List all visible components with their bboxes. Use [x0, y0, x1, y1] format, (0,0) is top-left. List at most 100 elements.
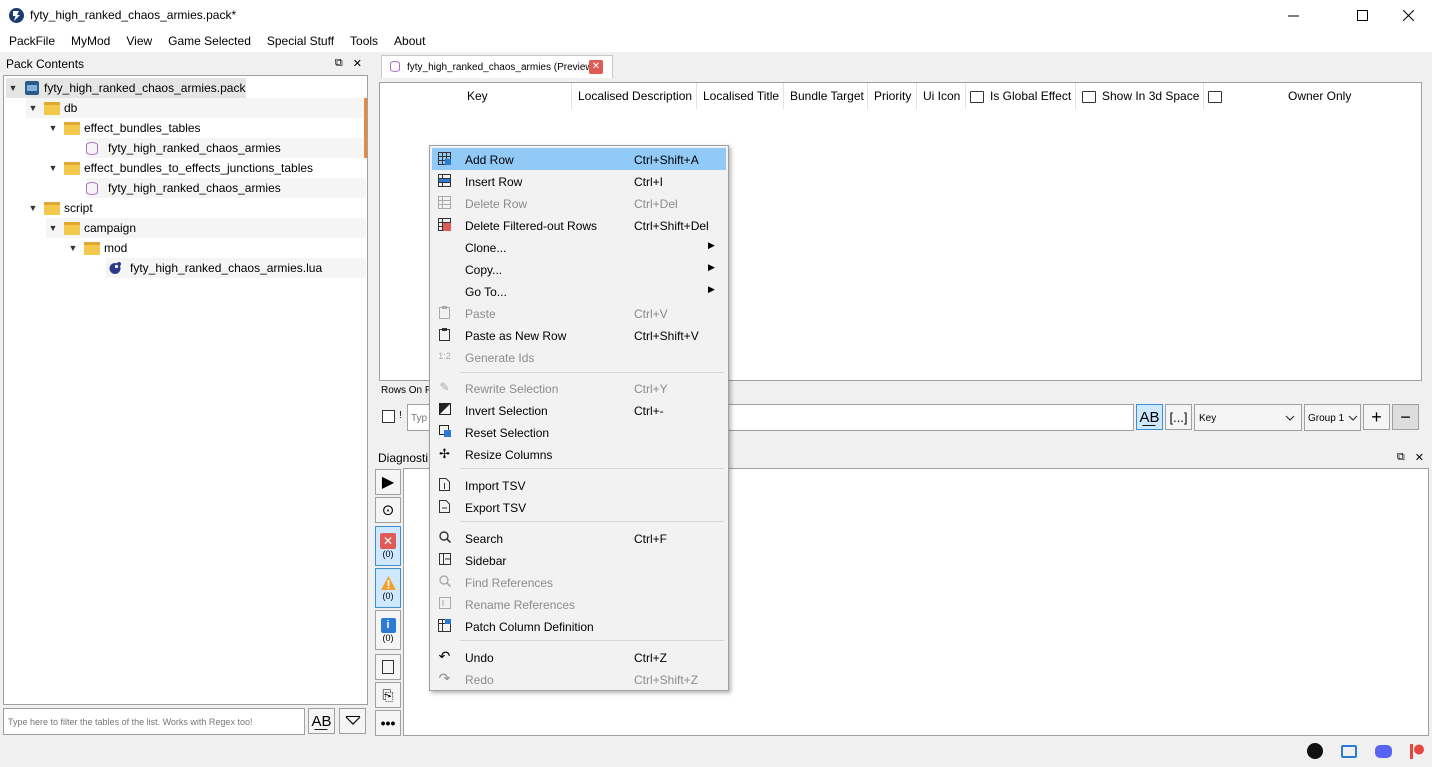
menu-item-delete-row[interactable]: Delete Row Ctrl+Del [432, 192, 726, 214]
pack-contents-title-bar: Pack Contents ⧉ ✕ [0, 54, 370, 74]
menu-item-shortcut: Ctrl+I [634, 175, 664, 189]
maximize-button[interactable] [1339, 0, 1385, 31]
menu-item-clone[interactable]: Clone... ▶ [432, 236, 726, 258]
menu-item-search[interactable]: Search Ctrl+F [432, 527, 726, 549]
collapse-arrow-icon[interactable]: ▼ [6, 81, 20, 95]
menu-item-reset-selection[interactable]: Reset Selection [432, 421, 726, 443]
tree-item-mod[interactable]: ▼ mod [66, 238, 366, 258]
pack-tree[interactable]: ▼ fyty_high_ranked_chaos_armies.pack ▼ d… [3, 75, 368, 705]
menu-item-redo[interactable]: ↷ Redo Ctrl+Shift+Z [432, 668, 726, 690]
menu-special-stuff[interactable]: Special Stuff [258, 31, 341, 52]
add-filter-button[interactable]: + [1363, 404, 1390, 430]
tab-table-preview[interactable]: fyty_high_ranked_chaos_armies (Preview) … [381, 55, 613, 78]
open-pack-only-button[interactable] [375, 654, 401, 680]
tree-item-table[interactable]: fyty_high_ranked_chaos_armies [86, 178, 366, 198]
discord-icon[interactable] [1375, 745, 1392, 758]
table-icon [86, 141, 98, 155]
collapse-arrow-icon[interactable]: ▼ [46, 161, 60, 175]
menu-item-invert-selection[interactable]: Invert Selection Ctrl+- [432, 399, 726, 421]
dock-close-icon[interactable]: ✕ [1415, 451, 1424, 464]
filter-group-select[interactable]: Group 1 [1304, 404, 1361, 431]
undock-icon[interactable]: ⧉ [1397, 451, 1405, 464]
github-icon[interactable] [1307, 743, 1323, 759]
manual-icon[interactable] [1341, 745, 1357, 758]
tree-item-effect-bundles-tables[interactable]: ▼ effect_bundles_tables [46, 118, 366, 138]
collapse-arrow-icon[interactable]: ▼ [26, 201, 40, 215]
column-header-priority[interactable]: Priority [868, 83, 917, 109]
menu-item-paste[interactable]: Paste Ctrl+V [432, 302, 726, 324]
more-options-button[interactable]: ••• [375, 710, 401, 736]
menu-item-resize-columns[interactable]: ✢ Resize Columns [432, 443, 726, 465]
column-header-is-global-effect[interactable]: Is Global Effect [966, 83, 1076, 109]
document-edit-icon: ⎘ [382, 686, 394, 703]
info-filter-button[interactable]: i (0) [375, 610, 401, 650]
menu-about[interactable]: About [385, 31, 432, 52]
tree-item-db[interactable]: ▼ db [26, 98, 366, 118]
menu-item-add-row[interactable]: Add Row Ctrl+Shift+A [432, 148, 726, 170]
warning-icon [380, 576, 396, 590]
menu-packfile[interactable]: PackFile [0, 31, 62, 52]
tree-item-campaign[interactable]: ▼ campaign [46, 218, 366, 238]
collapse-arrow-icon[interactable]: ▼ [26, 101, 40, 115]
menu-mymod[interactable]: MyMod [62, 31, 117, 52]
menu-item-rewrite-selection[interactable]: ✎ Rewrite Selection Ctrl+Y [432, 377, 726, 399]
filter-enable-checkbox[interactable] [382, 410, 395, 423]
undock-icon[interactable]: ⧉ [335, 57, 343, 70]
menu-item-copy[interactable]: Copy... ▶ [432, 258, 726, 280]
tree-item-junctions-tables[interactable]: ▼ effect_bundles_to_effects_junctions_ta… [46, 158, 366, 178]
menu-item-import-tsv[interactable]: Import TSV [432, 474, 726, 496]
warnings-filter-button[interactable]: (0) [375, 568, 401, 608]
menu-item-rename-references[interactable]: Rename References [432, 593, 726, 615]
case-sensitive-button[interactable]: A͟B [308, 708, 335, 734]
column-header-key[interactable]: Key [380, 83, 572, 109]
tab-close-icon[interactable]: ✕ [589, 60, 603, 74]
run-diagnostics-button[interactable]: ▶ [375, 469, 401, 495]
menu-item-label: Paste [465, 307, 496, 321]
open-tables-only-button[interactable]: ⎘ [375, 682, 401, 708]
menu-item-generate-ids[interactable]: 1:2 Generate Ids [432, 346, 726, 368]
menu-item-find-references[interactable]: Find References [432, 571, 726, 593]
minimize-button[interactable] [1270, 0, 1316, 31]
dock-close-icon[interactable]: ✕ [353, 57, 362, 70]
check-open-button[interactable]: ⊙ [375, 497, 401, 523]
menu-game-selected[interactable]: Game Selected [159, 31, 258, 52]
menu-item-go-to[interactable]: Go To... ▶ [432, 280, 726, 302]
filter-dropdown-button[interactable] [339, 708, 366, 734]
filter-column-select[interactable]: Key [1194, 404, 1302, 431]
remove-filter-button[interactable]: − [1392, 404, 1419, 430]
menu-item-export-tsv[interactable]: Export TSV [432, 496, 726, 518]
column-header-ui-icon[interactable]: Ui Icon [917, 83, 966, 109]
menu-item-delete-filtered-rows[interactable]: Delete Filtered-out Rows Ctrl+Shift+Del [432, 214, 726, 236]
description-icon [1208, 90, 1222, 103]
filter-case-sensitive-button[interactable]: A͟B [1136, 404, 1163, 430]
tree-item-table[interactable]: fyty_high_ranked_chaos_armies [86, 138, 366, 158]
column-header-owner-only[interactable]: Owner Only [1204, 83, 1422, 109]
more-icon: ••• [380, 715, 396, 731]
tree-item-pack[interactable]: ▼ fyty_high_ranked_chaos_armies.pack [6, 78, 246, 98]
column-header-localised-title[interactable]: Localised Title [697, 83, 784, 109]
tree-item-lua[interactable]: fyty_high_ranked_chaos_armies.lua [106, 258, 366, 278]
column-header-show-in-3d-space[interactable]: Show In 3d Space [1076, 83, 1204, 109]
menu-item-paste-as-new-row[interactable]: Paste as New Row Ctrl+Shift+V [432, 324, 726, 346]
menu-view[interactable]: View [117, 31, 159, 52]
filter-regex-button[interactable]: [...] [1165, 404, 1192, 430]
column-header-bundle-target[interactable]: Bundle Target [784, 83, 868, 109]
export-icon [438, 500, 451, 513]
menu-item-patch-column-definition[interactable]: Patch Column Definition [432, 615, 726, 637]
patreon-icon[interactable] [1410, 744, 1424, 759]
menu-item-sidebar[interactable]: Sidebar [432, 549, 726, 571]
menu-tools[interactable]: Tools [341, 31, 385, 52]
collapse-arrow-icon[interactable]: ▼ [46, 121, 60, 135]
menu-item-insert-row[interactable]: Insert Row Ctrl+I [432, 170, 726, 192]
filter-not-label: ! [399, 410, 402, 421]
menu-item-undo[interactable]: ↶ Undo Ctrl+Z [432, 646, 726, 668]
collapse-arrow-icon[interactable]: ▼ [46, 221, 60, 235]
menu-separator [460, 521, 724, 522]
errors-filter-button[interactable]: ✕ (0) [375, 526, 401, 566]
tree-filter-input[interactable]: Type here to filter the tables of the li… [3, 708, 305, 735]
tree-item-label: fyty_high_ranked_chaos_armies [108, 141, 281, 155]
collapse-arrow-icon[interactable]: ▼ [66, 241, 80, 255]
close-button[interactable] [1385, 0, 1431, 31]
column-header-localised-description[interactable]: Localised Description [572, 83, 697, 109]
tree-item-script[interactable]: ▼ script [26, 198, 366, 218]
